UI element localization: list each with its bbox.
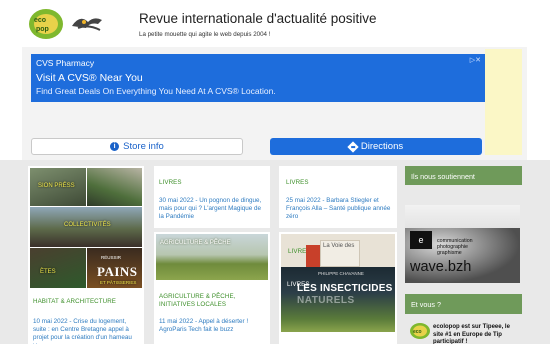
- tipeee-logo[interactable]: eco: [409, 322, 431, 340]
- tipeee-text[interactable]: ecolopop est sur Tipeee, le site #1 en E…: [433, 324, 521, 344]
- book-author: PHILIPPE CHAVANNE: [318, 271, 364, 276]
- article-meta[interactable]: 25 mai 2022 - Barbara Stiegler et Franço…: [286, 197, 392, 222]
- book-title: La Voie des: [323, 243, 355, 249]
- ad-side-banner[interactable]: [485, 49, 522, 155]
- info-icon: i: [110, 142, 120, 151]
- directions-label: Directions: [360, 141, 404, 152]
- article-meta[interactable]: 30 mai 2022 - Un pognon de dingue, mais …: [159, 197, 265, 222]
- sponsor-tagline: communication photographie graphisme: [437, 238, 473, 256]
- book-cover: La Voie des: [320, 240, 360, 267]
- article-image[interactable]: AGRICULTURE & PÊCHE: [156, 234, 268, 280]
- mosaic-label: RÉUSSIR: [101, 255, 122, 260]
- svg-text:eco: eco: [34, 17, 46, 24]
- sidebar-heading-you: Et vous ?: [405, 294, 522, 314]
- mosaic-image[interactable]: [30, 248, 86, 288]
- site-title: Revue internationale d'actualité positiv…: [139, 11, 377, 26]
- ad-banner[interactable]: CVS Pharmacy Visit A CVS® Near You Find …: [31, 54, 485, 102]
- category-mosaic[interactable]: SION PRÉSS COLLECTIVITÉS ÈTES RÉUSSIR PA…: [30, 168, 142, 288]
- sponsor-logo[interactable]: wave.bzh: [410, 259, 471, 275]
- store-info-button[interactable]: i Store info: [31, 138, 243, 155]
- category-tag[interactable]: HABITAT & ARCHITECTURE: [33, 298, 116, 305]
- mosaic-label: PAINS: [97, 264, 138, 279]
- ad-headline: Visit A CVS® Near You: [36, 72, 143, 84]
- directions-button[interactable]: Directions: [270, 138, 482, 155]
- directions-icon: [347, 140, 359, 153]
- category-tag[interactable]: AGRICULTURE & PÊCHE, INITIATIVES LOCALES: [159, 293, 269, 309]
- site-header: eco pop Revue internationale d'actualité…: [0, 0, 550, 44]
- category-tag[interactable]: LIVRES: [286, 179, 309, 186]
- mosaic-label: ÈTES: [40, 269, 56, 275]
- ad-description: Find Great Deals On Everything You Need …: [36, 86, 276, 96]
- site-logo[interactable]: eco pop: [28, 6, 110, 40]
- book-subtitle: NATURELS: [297, 295, 355, 306]
- page: eco pop Revue internationale d'actualité…: [0, 0, 550, 344]
- close-icon[interactable]: ▷✕: [470, 56, 481, 64]
- sidebar-heading-supporters: Ils nous soutiennent: [405, 166, 522, 185]
- article-meta[interactable]: 11 mai 2022 - Appel à déserter ! AgroPar…: [159, 318, 265, 334]
- category-tag[interactable]: LIVRES: [159, 179, 182, 186]
- category-tag[interactable]: LIVRES: [287, 281, 310, 288]
- book-title: LES INSECTICIDES: [297, 283, 393, 294]
- mosaic-label: SION PRÉSS: [38, 183, 75, 189]
- svg-text:eco: eco: [413, 329, 422, 335]
- image-tag: AGRICULTURE & PÊCHE: [160, 240, 231, 246]
- store-info-label: Store info: [123, 141, 164, 152]
- mosaic-image[interactable]: [87, 168, 142, 206]
- svg-text:pop: pop: [36, 26, 49, 33]
- site-subtitle: La petite mouette qui agite le web depui…: [139, 31, 271, 38]
- mosaic-label: ET PÂTISSERIES: [100, 280, 137, 285]
- sponsor-logo-mark: e: [410, 231, 432, 249]
- article-meta[interactable]: 10 mai 2022 - Crise du logement, suite :…: [33, 318, 139, 344]
- ad-brand: CVS Pharmacy: [36, 58, 95, 68]
- mosaic-label: COLLECTIVITÉS: [64, 222, 111, 228]
